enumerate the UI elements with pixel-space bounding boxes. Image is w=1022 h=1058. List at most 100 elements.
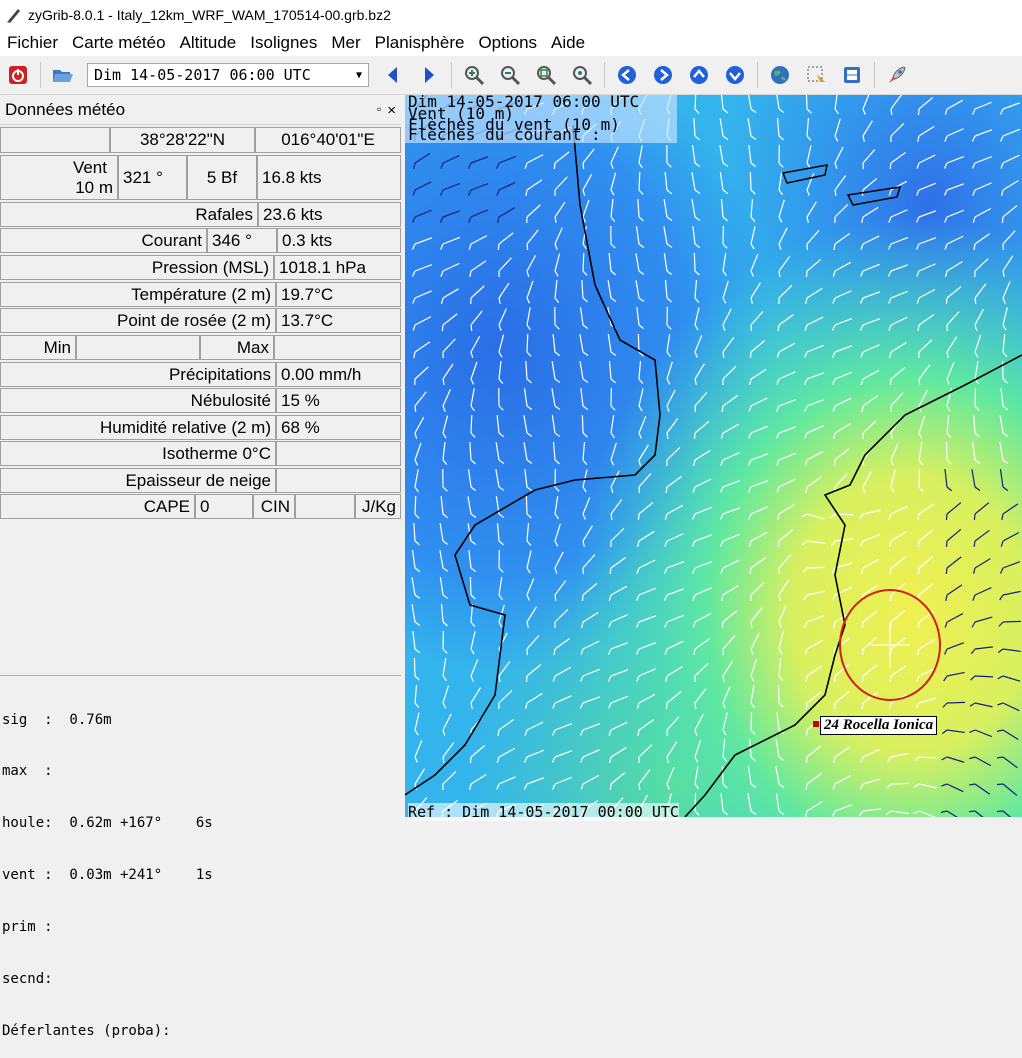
map-canvas[interactable] <box>405 95 1022 817</box>
wind-arrow-barb <box>694 433 695 439</box>
menu-options[interactable]: Options <box>471 33 544 53</box>
wind-arrow-barb <box>997 811 1003 812</box>
pan-left-icon <box>617 65 637 85</box>
snow-row: Epaisseur de neige <box>0 468 401 493</box>
wind-arrow-barb <box>890 622 891 628</box>
current-label: Courant <box>0 228 207 253</box>
wind-arrow-barb <box>806 271 807 277</box>
toolbar-separator <box>451 62 452 88</box>
wind-arrow-barb <box>554 163 555 169</box>
menu-planisphere[interactable]: Planisphère <box>368 33 472 53</box>
pan-down-button[interactable] <box>722 62 748 88</box>
wind-arrow-barb <box>722 622 723 628</box>
pan-right-button[interactable] <box>650 62 676 88</box>
cin-value <box>295 494 355 519</box>
chevron-down-icon: ▼ <box>356 70 362 81</box>
menu-mer[interactable]: Mer <box>324 33 367 53</box>
precip-value: 0.00 mm/h <box>276 362 401 387</box>
wind-arrow <box>470 577 471 595</box>
city-label[interactable]: 24 Rocella Ionica <box>820 716 937 735</box>
prev-date-button[interactable] <box>380 62 406 88</box>
temperature-row: Température (2 m) 19.7°C <box>0 282 401 307</box>
date-select-value: Dim 14-05-2017 06:00 UTC <box>94 66 311 84</box>
wind-arrow <box>947 702 965 703</box>
wind-arrow-barb <box>975 298 976 304</box>
pan-left-button[interactable] <box>614 62 640 88</box>
wind-arrow-barb <box>969 811 975 812</box>
humidity-label: Humidité relative (2 m) <box>0 415 276 440</box>
date-select[interactable]: Dim 14-05-2017 06:00 UTC ▼ <box>87 63 369 87</box>
wind-arrow-barb <box>1002 217 1003 223</box>
weather-map[interactable] <box>405 95 1022 817</box>
meteotable-button[interactable] <box>839 62 865 88</box>
cloud-row: Nébulosité 15 % <box>0 388 401 413</box>
wind-arrow-barb <box>863 460 864 466</box>
toolbar-separator <box>40 62 41 88</box>
wind-arrow-barb <box>666 703 667 709</box>
temperature-label: Température (2 m) <box>0 282 276 307</box>
toolbar-separator <box>874 62 875 88</box>
next-date-button[interactable] <box>416 62 442 88</box>
cape-label: CAPE <box>0 494 195 519</box>
cape-row: CAPE 0 CIN J/Kg <box>0 494 401 519</box>
panel-title: Données météo <box>5 100 125 120</box>
wind-arrow <box>919 469 920 487</box>
cape-value: 0 <box>195 494 253 519</box>
close-panel-button[interactable]: × <box>387 102 396 119</box>
wind-arrow-barb <box>806 703 807 709</box>
window-title: zyGrib-8.0.1 - Italy_12km_WRF_WAM_170514… <box>28 7 391 23</box>
max-value <box>274 335 401 360</box>
wind-arrow-barb <box>862 649 863 655</box>
wind-arrow <box>527 334 528 352</box>
download-button[interactable] <box>884 62 910 88</box>
wave-line: secnd: <box>2 971 400 988</box>
wind-arrow <box>751 712 752 730</box>
wave-line: houle: 0.62m +167° 6s <box>2 815 400 832</box>
current-speed: 0.3 kts <box>277 228 401 253</box>
map-color-layer <box>405 95 1022 817</box>
zoom-out-button[interactable] <box>497 62 523 88</box>
float-panel-button[interactable]: ▫ <box>377 102 381 119</box>
gust-label: Rafales <box>0 202 258 227</box>
minmax-row: Min Max <box>0 335 401 360</box>
map-reference-date: Ref : Dim 14-05-2017 00:00 UTC <box>408 803 679 821</box>
menu-isolignes[interactable]: Isolignes <box>243 33 324 53</box>
pan-up-button[interactable] <box>686 62 712 88</box>
cin-label: CIN <box>253 494 295 519</box>
menu-aide[interactable]: Aide <box>544 33 592 53</box>
zoom-all-button[interactable] <box>569 62 595 88</box>
quit-icon <box>8 65 28 85</box>
wind-arrow <box>807 567 825 568</box>
wind-arrow-barb <box>974 514 975 520</box>
quit-button[interactable] <box>5 62 31 88</box>
meteotable-icon <box>841 64 863 86</box>
panel-splitter[interactable] <box>0 675 401 676</box>
wind-arrow-barb <box>443 757 444 763</box>
zoom-fit-button[interactable] <box>533 62 559 88</box>
wind-arrow-barb <box>583 163 584 169</box>
globe-icon <box>769 64 791 86</box>
wave-line: vent : 0.03m +241° 1s <box>2 867 400 884</box>
open-file-button[interactable] <box>50 62 76 88</box>
wind-arrow-barb <box>918 109 919 115</box>
coords-row: 38°28'22"N 016°40'01"E <box>0 127 401 153</box>
wind-arrow-barb <box>890 595 891 601</box>
zoom-in-button[interactable] <box>461 62 487 88</box>
toolbar-separator <box>757 62 758 88</box>
wind-arrow-barb <box>919 379 920 385</box>
snow-value <box>276 468 401 493</box>
map-current-arrows-line: Flèches du courant : <box>408 127 601 143</box>
wind-arrow-barb <box>638 514 639 520</box>
menu-carte-meteo[interactable]: Carte météo <box>65 33 173 53</box>
globe-button[interactable] <box>767 62 793 88</box>
wind-arrow-barb <box>918 541 919 547</box>
wave-line: max : <box>2 763 400 780</box>
menu-altitude[interactable]: Altitude <box>173 33 244 53</box>
wind-arrow-barb <box>442 325 443 331</box>
wind-arrow-barb <box>695 703 696 709</box>
select-zone-button[interactable] <box>803 62 829 88</box>
gust-row: Rafales 23.6 kts <box>0 202 401 227</box>
menu-fichier[interactable]: Fichier <box>0 33 65 53</box>
wind-arrow-barb <box>997 784 1003 785</box>
wind-label: Vent 10 m <box>0 155 118 200</box>
